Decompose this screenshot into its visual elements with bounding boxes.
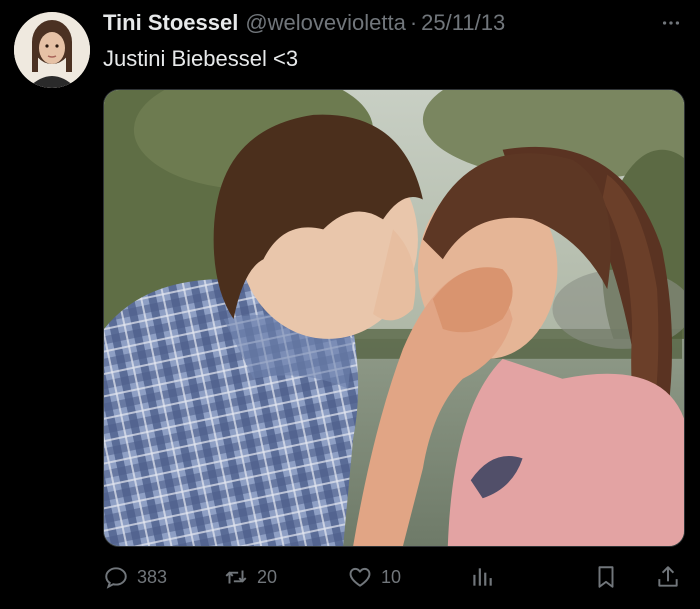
display-name[interactable]: Tini Stoessel xyxy=(103,10,238,36)
tweet-date[interactable]: 25/11/13 xyxy=(421,10,505,36)
views-icon xyxy=(473,568,492,586)
more-options-button[interactable] xyxy=(658,10,684,36)
share-button[interactable] xyxy=(655,564,681,590)
retweet-count: 20 xyxy=(257,566,278,587)
tweet-photo[interactable] xyxy=(103,89,685,547)
separator-dot: · xyxy=(409,10,418,35)
reply-button[interactable]: 383 xyxy=(103,564,167,590)
like-button[interactable]: 10 xyxy=(347,564,401,590)
retweet-icon xyxy=(225,570,247,584)
photo-image xyxy=(104,90,684,546)
bookmark-icon xyxy=(598,566,614,588)
tweet-header: Tini Stoessel @weloveviolett­a · 25/11/1… xyxy=(103,10,505,38)
user-handle[interactable]: @weloveviolett­a xyxy=(245,10,406,36)
heart-icon xyxy=(349,567,371,587)
share-icon xyxy=(658,566,678,587)
tweet-actions: 383 20 10 xyxy=(103,560,683,594)
bookmark-button[interactable] xyxy=(593,564,619,590)
views-button[interactable] xyxy=(469,564,495,590)
tweet-card[interactable]: Tini Stoessel @weloveviolett­a · 25/11/1… xyxy=(0,0,700,609)
like-count: 10 xyxy=(381,566,402,587)
avatar[interactable] xyxy=(14,12,90,88)
reply-icon xyxy=(105,567,127,589)
reply-count: 383 xyxy=(137,566,168,587)
retweet-button[interactable]: 20 xyxy=(223,564,277,590)
tweet-text: Justini Biebessel <3 xyxy=(103,46,299,71)
more-horizontal-icon xyxy=(662,21,680,25)
avatar-image xyxy=(14,12,90,88)
